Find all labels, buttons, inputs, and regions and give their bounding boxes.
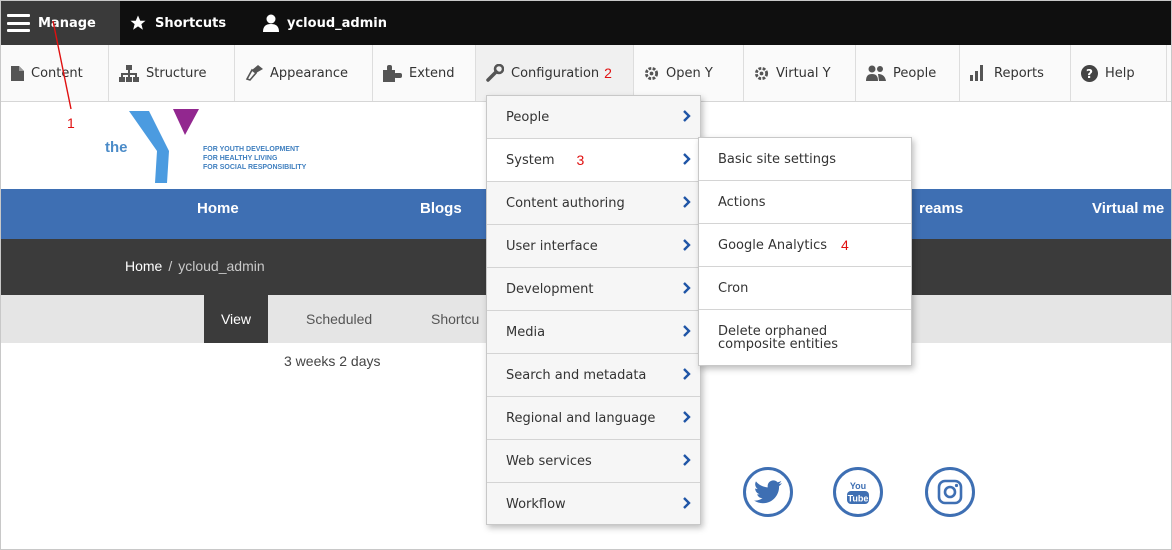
file-icon <box>11 65 24 81</box>
configuration-menu: People System 3 Content authoring User in… <box>486 95 701 525</box>
tray-item-structure[interactable]: Structure <box>109 45 235 101</box>
chevron-right-icon <box>683 239 691 251</box>
system-submenu: Basic site settings Actions Google Analy… <box>698 137 912 366</box>
gear-icon <box>644 66 659 80</box>
menu-item-media[interactable]: Media <box>487 311 700 354</box>
submenu-item-delete-orphaned-composite-entities[interactable]: Delete orphaned composite entities <box>699 310 911 365</box>
menu-item-people[interactable]: People <box>487 96 700 139</box>
tray-item-configuration[interactable]: Configuration 2 <box>476 45 634 101</box>
nav-link-blogs[interactable]: Blogs <box>420 189 462 239</box>
submenu-item-google-analytics[interactable]: Google Analytics 4 <box>699 224 911 267</box>
breadcrumb-home-link[interactable]: Home <box>125 258 162 274</box>
chevron-right-icon <box>683 368 691 380</box>
chevron-right-icon <box>683 196 691 208</box>
tray-item-reports[interactable]: Reports <box>960 45 1071 101</box>
annotation-number: 3 <box>576 152 585 168</box>
user-icon <box>263 14 279 32</box>
nav-link-streams[interactable]: reams <box>919 189 963 239</box>
tray-item-label: Virtual Y <box>776 65 831 81</box>
youtube-icon: You Tube <box>847 481 869 504</box>
tray-item-virtual-y[interactable]: Virtual Y <box>744 45 856 101</box>
people-icon <box>866 65 886 81</box>
manage-label: Manage <box>38 15 96 31</box>
chevron-right-icon <box>683 411 691 423</box>
tray-item-extend[interactable]: Extend <box>373 45 476 101</box>
chevron-right-icon <box>683 110 691 122</box>
submenu-item-actions[interactable]: Actions <box>699 181 911 224</box>
annotation-number: 1 <box>67 115 75 131</box>
tray-item-label: Appearance <box>270 65 349 81</box>
nav-link-virtual-meetings[interactable]: Virtual me <box>1092 189 1164 239</box>
tab-shortcuts[interactable]: Shortcu <box>431 295 479 343</box>
tray-item-content[interactable]: Content <box>1 45 109 101</box>
wrench-icon <box>486 64 504 82</box>
twitter-link[interactable] <box>743 467 793 517</box>
page-frame: Manage Shortcuts ycloud_admin Content St… <box>0 0 1172 550</box>
annotation-number: 2 <box>604 65 612 81</box>
ymca-logo-icon <box>129 109 199 183</box>
submenu-item-basic-site-settings[interactable]: Basic site settings <box>699 138 911 181</box>
svg-text:Tube: Tube <box>848 494 869 504</box>
paintbrush-icon <box>245 65 263 81</box>
menu-item-system[interactable]: System 3 <box>487 139 700 182</box>
shortcuts-button[interactable]: Shortcuts <box>129 1 226 45</box>
chevron-right-icon <box>683 153 691 165</box>
tab-scheduled[interactable]: Scheduled <box>306 295 372 343</box>
hamburger-icon <box>7 14 30 32</box>
site-logo[interactable]: the FOR YOUTH DEVELOPMENT FOR HEALTHY LI… <box>105 105 355 185</box>
svg-text:You: You <box>850 481 866 491</box>
tray-item-label: Content <box>31 65 83 81</box>
breadcrumb: Home / ycloud_admin <box>125 258 265 274</box>
manage-button[interactable]: Manage <box>1 1 120 45</box>
shortcuts-label: Shortcuts <box>155 15 227 31</box>
user-button[interactable]: ycloud_admin <box>263 1 387 45</box>
star-icon <box>129 14 147 32</box>
user-label: ycloud_admin <box>287 15 387 31</box>
tray-item-appearance[interactable]: Appearance <box>235 45 373 101</box>
chevron-right-icon <box>683 282 691 294</box>
tray-item-open-y[interactable]: Open Y <box>634 45 744 101</box>
menu-item-user-interface[interactable]: User interface <box>487 225 700 268</box>
twitter-icon <box>754 480 782 504</box>
svg-text:?: ? <box>1086 67 1093 81</box>
breadcrumb-separator: / <box>168 258 173 274</box>
instagram-icon <box>937 479 963 505</box>
tray-item-help[interactable]: ? Help <box>1071 45 1167 101</box>
nav-link-home[interactable]: Home <box>197 189 239 239</box>
logo-the-text: the <box>105 139 128 156</box>
sitemap-icon <box>119 64 139 82</box>
help-icon: ? <box>1081 64 1098 82</box>
menu-item-development[interactable]: Development <box>487 268 700 311</box>
menu-item-search-and-metadata[interactable]: Search and metadata <box>487 354 700 397</box>
chevron-right-icon <box>683 325 691 337</box>
menu-item-regional-and-language[interactable]: Regional and language <box>487 397 700 440</box>
menu-item-content-authoring[interactable]: Content authoring <box>487 182 700 225</box>
tray-item-label: People <box>893 65 937 81</box>
chevron-right-icon <box>683 454 691 466</box>
tray-item-people[interactable]: People <box>856 45 960 101</box>
submenu-item-cron[interactable]: Cron <box>699 267 911 310</box>
instagram-link[interactable] <box>925 467 975 517</box>
admin-toolbar: Manage Shortcuts ycloud_admin <box>1 1 1171 45</box>
menu-item-workflow[interactable]: Workflow <box>487 483 700 526</box>
tab-view[interactable]: View <box>204 295 268 343</box>
puzzle-icon <box>383 64 402 82</box>
youtube-link[interactable]: You Tube <box>833 467 883 517</box>
chevron-right-icon <box>683 497 691 509</box>
gear-icon <box>754 66 769 80</box>
tray-item-label: Configuration <box>511 65 600 81</box>
member-for-text: 3 weeks 2 days <box>284 353 381 369</box>
tray-item-label: Extend <box>409 65 455 81</box>
tray-item-label: Help <box>1105 65 1135 81</box>
tray-item-label: Open Y <box>666 65 713 81</box>
tray-item-label: Reports <box>994 65 1044 81</box>
breadcrumb-current: ycloud_admin <box>178 258 265 274</box>
menu-item-web-services[interactable]: Web services <box>487 440 700 483</box>
bar-chart-icon <box>970 65 983 81</box>
annotation-number: 4 <box>841 237 849 253</box>
admin-tray: Content Structure Appearance Extend Conf… <box>1 45 1171 102</box>
logo-tagline: FOR YOUTH DEVELOPMENT FOR HEALTHY LIVING… <box>203 146 307 171</box>
tray-item-label: Structure <box>146 65 207 81</box>
